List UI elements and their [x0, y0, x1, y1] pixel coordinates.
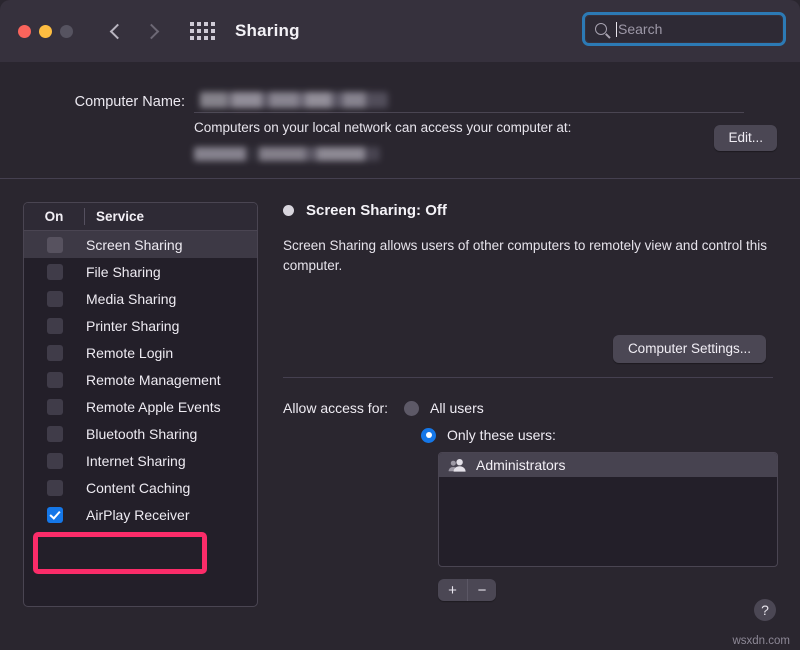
user-name: Administrators [476, 457, 565, 473]
service-label: Printer Sharing [86, 318, 179, 334]
service-row-printer-sharing[interactable]: Printer Sharing [24, 312, 257, 339]
computer-name-row: Computer Name: [0, 90, 800, 113]
service-status-text: Screen Sharing: Off [306, 202, 447, 219]
chevron-right-icon [144, 23, 160, 39]
list-item[interactable]: Administrators [439, 453, 777, 477]
add-user-button[interactable]: + [438, 579, 467, 601]
service-list-header: On Service [24, 203, 257, 231]
edit-button[interactable]: Edit... [714, 125, 777, 151]
service-label: AirPlay Receiver [86, 507, 189, 523]
service-checkbox[interactable] [47, 291, 63, 307]
service-detail-pane: Screen Sharing: Off Screen Sharing allow… [283, 202, 783, 275]
show-all-grid-icon[interactable] [190, 22, 215, 40]
service-label: Media Sharing [86, 291, 176, 307]
redacted-hostname [194, 147, 380, 161]
allow-access-label: Allow access for: [283, 400, 388, 416]
service-checkbox[interactable] [47, 453, 63, 469]
service-label: Internet Sharing [86, 453, 186, 469]
service-checkbox[interactable] [47, 507, 63, 523]
service-status-line: Screen Sharing: Off [283, 202, 783, 219]
search-field-wrapper[interactable]: Search [582, 12, 786, 46]
search-icon [595, 23, 607, 35]
radio-all-users[interactable] [404, 401, 419, 416]
help-button[interactable]: ? [754, 599, 776, 621]
service-checkbox[interactable] [47, 480, 63, 496]
computer-name-input[interactable] [194, 90, 744, 113]
radio-only-these-users-label: Only these users: [447, 427, 556, 443]
service-description: Screen Sharing allows users of other com… [283, 236, 773, 275]
service-label: Remote Login [86, 345, 173, 361]
service-row-internet-sharing[interactable]: Internet Sharing [24, 447, 257, 474]
service-row-content-caching[interactable]: Content Caching [24, 474, 257, 501]
add-remove-user-buttons: + − [438, 579, 496, 601]
service-list[interactable]: On Service Screen Sharing File Sharing Med… [23, 202, 258, 607]
minimize-button[interactable] [39, 25, 52, 38]
column-header-service: Service [84, 208, 144, 225]
service-checkbox[interactable] [47, 372, 63, 388]
service-label: Screen Sharing [86, 237, 183, 253]
service-row-airplay-receiver[interactable]: AirPlay Receiver [24, 501, 257, 528]
search-placeholder: Search [618, 21, 662, 37]
preferences-content: Computer Name: Computers on your local n… [0, 62, 800, 650]
remove-user-button[interactable]: − [467, 579, 496, 601]
group-users-icon [447, 457, 467, 473]
only-these-users-row: Only these users: [421, 427, 556, 443]
status-indicator-dot [283, 205, 294, 216]
zoom-button [60, 25, 73, 38]
redacted-computer-name [200, 92, 388, 108]
service-rows-container: Screen Sharing File Sharing Media Sharing P… [24, 231, 257, 528]
service-checkbox[interactable] [47, 399, 63, 415]
close-button[interactable] [18, 25, 31, 38]
local-network-hint-text: Computers on your local network can acce… [194, 120, 794, 135]
computer-settings-button[interactable]: Computer Settings... [613, 335, 766, 363]
service-label: Remote Apple Events [86, 399, 221, 415]
radio-only-these-users[interactable] [421, 428, 436, 443]
service-label: Bluetooth Sharing [86, 426, 197, 442]
radio-all-users-label: All users [430, 400, 484, 416]
service-checkbox[interactable] [47, 426, 63, 442]
sharing-preferences-window: Sharing Search Computer Name: Computers … [0, 0, 800, 650]
text-caret [616, 22, 617, 37]
page-title: Sharing [235, 21, 300, 41]
column-header-on: On [24, 209, 84, 224]
service-row-media-sharing[interactable]: Media Sharing [24, 285, 257, 312]
allowed-users-list[interactable]: Administrators [438, 452, 778, 567]
computer-name-label: Computer Name: [0, 94, 185, 110]
service-checkbox[interactable] [47, 345, 63, 361]
allow-access-row: Allow access for: All users [283, 400, 484, 416]
local-network-hint: Computers on your local network can acce… [194, 120, 794, 135]
service-row-screen-sharing[interactable]: Screen Sharing [24, 231, 257, 258]
service-row-remote-apple-events[interactable]: Remote Apple Events [24, 393, 257, 420]
service-row-remote-login[interactable]: Remote Login [24, 339, 257, 366]
traffic-lights [18, 25, 73, 38]
service-row-bluetooth-sharing[interactable]: Bluetooth Sharing [24, 420, 257, 447]
window-titlebar: Sharing Search [0, 0, 800, 62]
service-checkbox[interactable] [47, 237, 63, 253]
navigation-arrows [108, 23, 160, 39]
chevron-left-icon[interactable] [108, 23, 124, 39]
service-checkbox[interactable] [47, 318, 63, 334]
service-row-remote-management[interactable]: Remote Management [24, 366, 257, 393]
service-label: Content Caching [86, 480, 190, 496]
service-row-file-sharing[interactable]: File Sharing [24, 258, 257, 285]
watermark: wsxdn.com [732, 635, 790, 647]
search-input[interactable]: Search [586, 16, 782, 42]
section-divider [0, 178, 800, 179]
service-label: Remote Management [86, 372, 221, 388]
service-checkbox[interactable] [47, 264, 63, 280]
detail-divider [283, 377, 773, 378]
service-label: File Sharing [86, 264, 161, 280]
